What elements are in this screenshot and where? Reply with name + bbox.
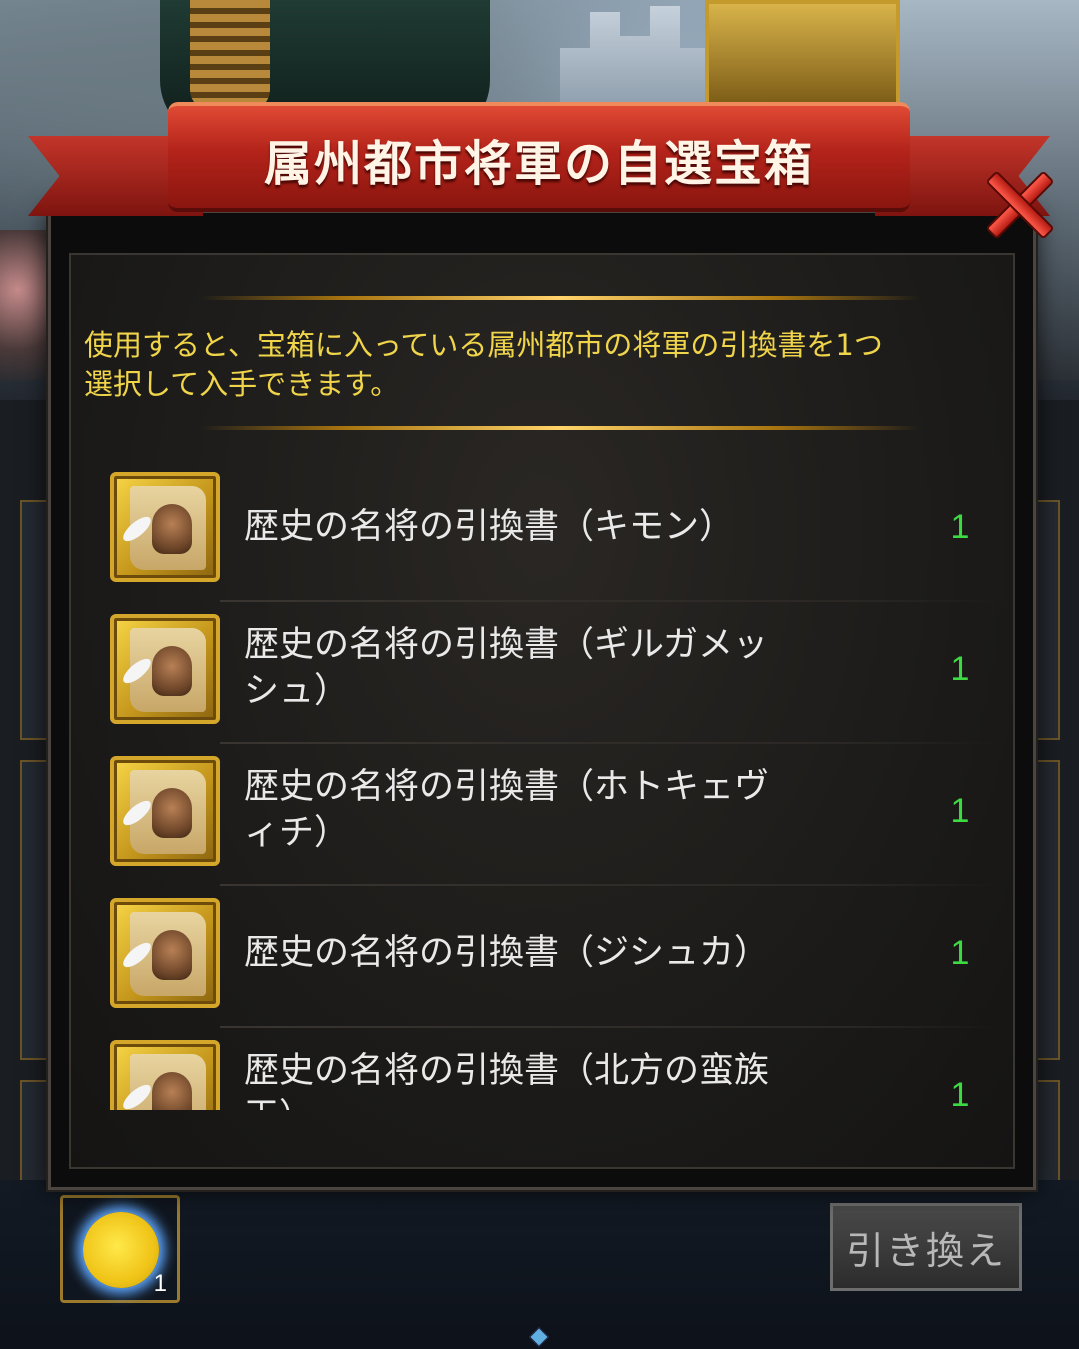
divider-top xyxy=(200,296,920,300)
dialog-title: 属州都市将軍の自選宝箱 xyxy=(263,136,814,192)
exchange-button[interactable]: 引き換え xyxy=(830,1203,1022,1291)
sun-chest-icon xyxy=(83,1212,159,1288)
background-portrait xyxy=(705,0,900,110)
title-banner: 属州都市将軍の自選宝箱 xyxy=(28,98,1050,228)
item-name: 歴史の名将の引換書（ホトキェヴ ィチ） xyxy=(244,767,770,853)
voucher-scroll-icon xyxy=(110,756,220,866)
item-name: 歴史の名将の引換書（ギルガメッ シュ） xyxy=(244,625,768,711)
dialog-description: 使用すると、宝箱に入っている属州都市の将軍の引換書を1つ 選択して入手できます。 xyxy=(84,326,1004,404)
close-icon[interactable] xyxy=(976,162,1058,244)
voucher-scroll-icon xyxy=(110,1040,220,1110)
voucher-scroll-icon xyxy=(110,472,220,582)
list-item[interactable]: 歴史の名将の引換書（ギルガメッ シュ） 1 xyxy=(100,602,1000,744)
list-item[interactable]: 歴史の名将の引換書（ホトキェヴ ィチ） 1 xyxy=(100,744,1000,886)
description-line-2: 選択して入手できます。 xyxy=(84,367,400,401)
voucher-list[interactable]: 歴史の名将の引換書（キモン） 1 歴史の名将の引換書（ギルガメッ シュ） 1 歴… xyxy=(100,460,1000,1110)
slot-count: 1 xyxy=(153,1270,167,1297)
voucher-scroll-icon xyxy=(110,614,220,724)
list-item[interactable]: 歴史の名将の引換書（ジシュカ） 1 xyxy=(100,886,1000,1028)
item-quantity: 1 xyxy=(950,934,970,972)
description-line-1: 使用すると、宝箱に入っている属州都市の将軍の引換書を1つ xyxy=(84,328,883,362)
item-name: 歴史の名将の引換書（北方の蛮族 王） xyxy=(244,1051,770,1110)
item-name: 歴史の名将の引換書（ジシュカ） xyxy=(244,933,770,973)
item-quantity: 1 xyxy=(950,650,970,688)
item-quantity: 1 xyxy=(950,792,970,830)
item-name: 歴史の名将の引換書（キモン） xyxy=(244,507,735,547)
list-item[interactable]: 歴史の名将の引換書（キモン） 1 xyxy=(100,460,1000,602)
item-quantity: 1 xyxy=(950,508,970,546)
item-quantity: 1 xyxy=(950,1076,970,1110)
voucher-scroll-icon xyxy=(110,898,220,1008)
item-slot[interactable]: 1 xyxy=(60,1195,180,1303)
divider-bottom xyxy=(200,426,920,430)
list-item[interactable]: 歴史の名将の引換書（北方の蛮族 王） 1 xyxy=(100,1028,1000,1110)
